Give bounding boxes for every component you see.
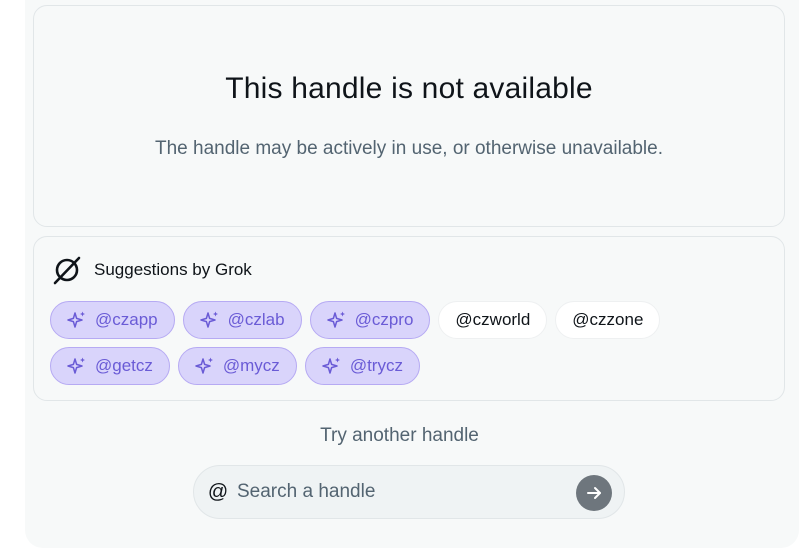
status-message: The handle may be actively in use, or ot… <box>154 138 663 159</box>
suggestion-chip-label: @getcz <box>95 356 153 375</box>
status-title: This handle is not available <box>225 72 593 105</box>
sparkle-icon <box>199 311 218 328</box>
arrow-right-icon <box>587 487 601 499</box>
suggestion-chip-label: @mycz <box>222 356 280 375</box>
at-icon: @ <box>207 480 229 503</box>
sparkle-icon <box>326 311 345 328</box>
suggestion-chip-label: @czzone <box>572 310 644 329</box>
suggestion-chip[interactable]: @czlab <box>182 301 302 339</box>
suggestion-chips: @czapp @czlab @czpro @czworld @czzone @getcz @… <box>50 301 770 385</box>
suggestions-card: Suggestions by Grok @czapp @czlab @czpro @c… <box>33 236 785 401</box>
sparkle-icon <box>67 311 85 328</box>
sparkle-icon <box>67 357 85 374</box>
suggestion-chip[interactable]: @czapp <box>50 301 175 339</box>
search-submit-button[interactable] <box>576 475 612 511</box>
handle-search-input[interactable] <box>235 480 559 504</box>
suggestion-chip-label: @czworld <box>455 310 531 329</box>
grok-logo-icon <box>53 256 81 285</box>
handle-search-bar: @ <box>193 465 625 519</box>
try-another-label: Try another handle <box>320 425 479 446</box>
suggestion-chip[interactable]: @czworld <box>438 301 548 339</box>
suggestion-chip-label: @trycz <box>349 356 403 375</box>
suggestion-chip-label: @czlab <box>227 310 285 329</box>
suggestion-chip-label: @czapp <box>95 310 158 329</box>
suggestion-chip[interactable]: @mycz <box>177 347 297 385</box>
sparkle-icon <box>195 357 213 374</box>
suggestion-chip[interactable]: @getcz <box>50 347 170 385</box>
unavailable-card: This handle is not available The handle … <box>33 5 785 227</box>
suggestions-header: Suggestions by Grok <box>52 255 252 285</box>
suggestion-chip-label: @czpro <box>354 310 414 329</box>
suggestion-chip[interactable]: @czzone <box>555 301 661 339</box>
suggestions-title: Suggestions by Grok <box>94 260 252 279</box>
suggestion-chip[interactable]: @czpro <box>309 301 431 339</box>
sparkle-icon <box>322 357 340 374</box>
suggestion-chip[interactable]: @trycz <box>304 347 420 385</box>
